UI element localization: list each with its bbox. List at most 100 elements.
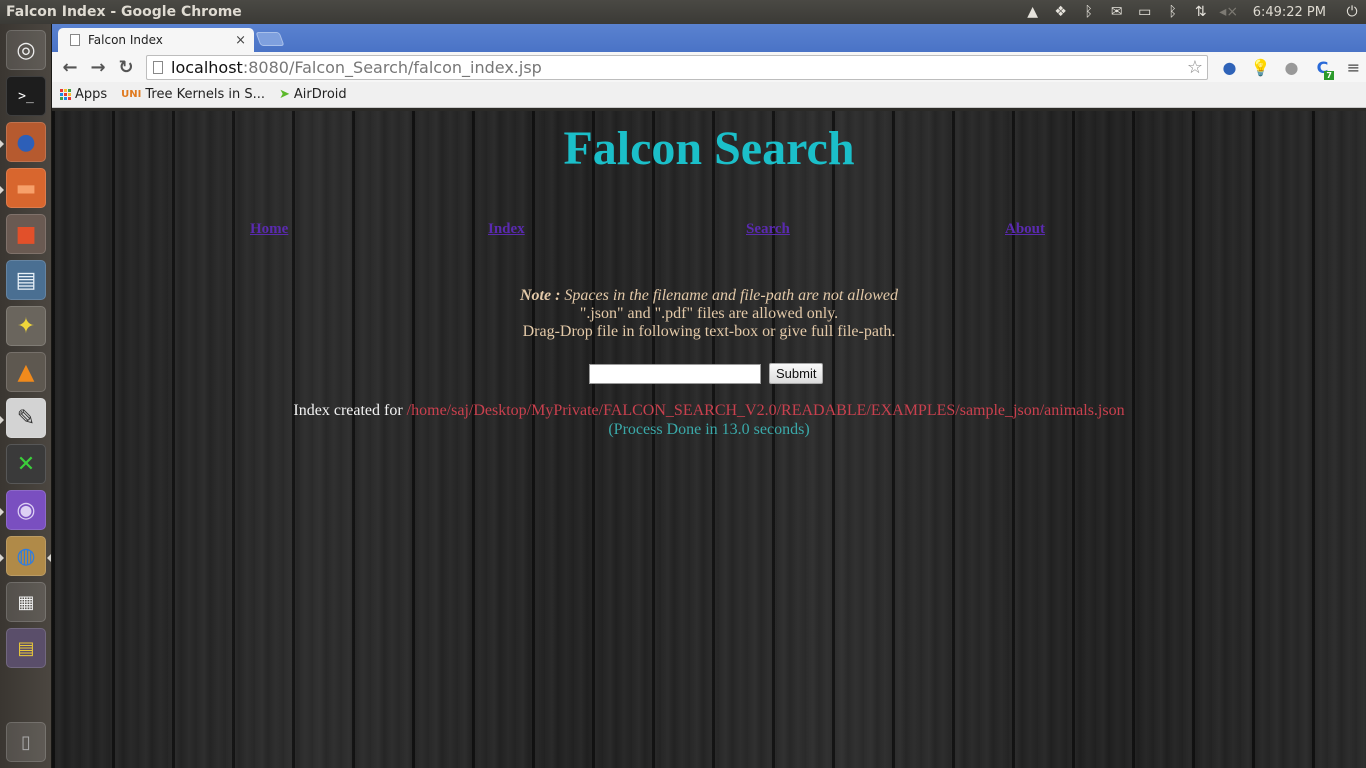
system-tray: ▲ ❖ ᛒ ✉ ▭ ᛒ ⇅ ◂× 6:49:22 PM ⏻ [1019, 0, 1366, 24]
new-tab-button[interactable] [255, 32, 285, 46]
workspace-grid-icon: ▦ [17, 591, 35, 613]
extension-icons: ● 💡 ● C7 ≡ [1214, 55, 1366, 80]
bookmark-label: Apps [75, 87, 108, 102]
reload-icon: ↻ [118, 56, 134, 78]
tab-strip: Falcon Index × [52, 24, 1366, 52]
bluetooth-icon[interactable]: ᛒ [1075, 0, 1103, 24]
address-bar[interactable]: localhost:8080/Falcon_Search/falcon_inde… [146, 55, 1208, 80]
page-icon [153, 61, 163, 74]
unitn-logo-icon: UNI [121, 89, 142, 100]
launcher-eclipse[interactable]: ◉ [6, 490, 46, 530]
note-line-2: ".json" and ".pdf" files are allowed onl… [579, 305, 839, 322]
bookmark-tree-kernels[interactable]: UNI Tree Kernels in S... [121, 87, 265, 102]
nav-link-index[interactable]: Index [488, 221, 525, 238]
result-label: Index created for [293, 402, 407, 419]
launcher-bleachbit[interactable]: ✦ [6, 306, 46, 346]
close-tab-icon[interactable]: × [235, 33, 246, 48]
shopping-bag-icon: ■ [15, 221, 37, 247]
bookmark-label: AirDroid [293, 87, 347, 102]
url-path: :8080/Falcon_Search/falcon_index.jsp [242, 58, 542, 77]
result-line: Index created for /home/saj/Desktop/MyPr… [52, 401, 1366, 420]
clock[interactable]: 6:49:22 PM [1243, 5, 1338, 20]
launcher-software-center[interactable]: ■ [6, 214, 46, 254]
volume-muted-icon[interactable]: ◂× [1215, 0, 1243, 24]
hangouts-extension-icon[interactable]: ● [1276, 55, 1307, 79]
x-cross-icon: ✕ [16, 451, 36, 477]
launcher-firefox[interactable]: ● [6, 122, 46, 162]
dropbox-icon[interactable]: ❖ [1047, 0, 1075, 24]
terminal-icon: >_ [18, 88, 34, 104]
battery-icon[interactable]: ▭ [1131, 0, 1159, 24]
broom-icon: ✦ [16, 313, 36, 339]
index-form: Submit [589, 363, 824, 384]
bookmark-apps[interactable]: Apps [60, 87, 107, 102]
nav-link-search[interactable]: Search [746, 221, 790, 238]
note-label: Note : [519, 287, 561, 304]
note-line-1: Note : Spaces in the filename and file-p… [52, 287, 1366, 305]
google-drive-icon[interactable]: ▲ [1019, 0, 1047, 24]
launcher-text-editor[interactable]: ✎ [6, 398, 46, 438]
web-page: Falcon Search Home Index Search About No… [52, 111, 1366, 768]
tab-title: Falcon Index [88, 33, 163, 47]
chrome-icon: ◍ [16, 543, 36, 569]
apps-grid-icon [60, 89, 71, 100]
page-icon [70, 34, 80, 46]
chrome-menu-icon[interactable]: ≡ [1338, 55, 1366, 79]
running-indicator [0, 140, 4, 148]
launcher-workspace-switcher[interactable]: ▦ [6, 582, 46, 622]
nav-link-home[interactable]: Home [250, 221, 288, 238]
page-title: Falcon Search [563, 122, 855, 175]
arrow-left-icon: ← [62, 56, 78, 78]
note-line-3: Drag-Drop file in following text-box or … [522, 323, 896, 340]
reload-button[interactable]: ↻ [112, 53, 140, 81]
running-indicator [0, 554, 4, 562]
bookmark-label: Tree Kernels in S... [145, 87, 265, 102]
window-title: Falcon Index - Google Chrome [6, 4, 242, 20]
launcher-terminal[interactable]: >_ [6, 76, 46, 116]
bookmark-airdroid[interactable]: ➤ AirDroid [279, 87, 347, 102]
indexed-file-path: /home/saj/Desktop/MyPrivate/FALCON_SEARC… [406, 402, 1125, 419]
trash-icon: ▯ [21, 731, 31, 753]
c-extension-icon[interactable]: C7 [1307, 55, 1338, 80]
launcher-trash[interactable]: ▯ [6, 722, 46, 762]
launcher-ubuntu-dash[interactable]: ◎ [6, 30, 46, 70]
file-path-input[interactable] [589, 363, 761, 384]
globe-extension-icon[interactable]: ● [1214, 55, 1245, 79]
lightbulb-extension-icon[interactable]: 💡 [1245, 55, 1276, 79]
browser-toolbar: ← → ↻ localhost:8080/Falcon_Search/falco… [52, 52, 1366, 82]
note-text: Spaces in the filename and file-path are… [560, 287, 898, 304]
running-indicator [0, 186, 4, 194]
launcher-system-app[interactable]: ▤ [6, 628, 46, 668]
mail-icon[interactable]: ✉ [1103, 0, 1131, 24]
launcher-vlc[interactable]: ▲ [6, 352, 46, 392]
process-timing: (Process Done in 13.0 seconds) [608, 421, 810, 438]
monitor-icon: ▤ [17, 637, 35, 659]
bookmarks-bar: Apps UNI Tree Kernels in S... ➤ AirDroid [52, 82, 1366, 108]
submit-button[interactable]: Submit [769, 363, 824, 384]
extension-badge: 7 [1324, 71, 1334, 80]
power-icon[interactable]: ⏻ [1338, 0, 1366, 24]
bookmark-star-icon[interactable]: ☆ [1187, 57, 1203, 78]
launcher-chrome[interactable]: ◍ [6, 536, 46, 576]
browser-window: Falcon Index × ← → ↻ localhost:8080/Falc… [52, 24, 1366, 768]
forward-button[interactable]: → [84, 53, 112, 81]
focused-indicator [47, 554, 51, 562]
document-icon: ▤ [15, 267, 37, 293]
launcher-files[interactable]: ▬ [6, 168, 46, 208]
top-panel: Falcon Index - Google Chrome ▲ ❖ ᛒ ✉ ▭ ᛒ… [0, 0, 1366, 24]
firefox-icon: ● [16, 129, 36, 155]
pencil-icon: ✎ [16, 405, 36, 431]
network-icon[interactable]: ⇅ [1187, 0, 1215, 24]
site-nav: Home Index Search About [52, 221, 1366, 241]
bluetooth-icon[interactable]: ᛒ [1159, 0, 1187, 24]
folder-icon: ▬ [15, 175, 37, 201]
back-button[interactable]: ← [56, 53, 84, 81]
nav-link-about[interactable]: About [1005, 221, 1045, 238]
tab-falcon-index[interactable]: Falcon Index × [58, 28, 254, 52]
launcher: ◎ >_ ● ▬ ■ ▤ ✦ ▲ ✎ ✕ ◉ ◍ ▦ ▤ ▯ [0, 24, 52, 768]
launcher-libreoffice[interactable]: ▤ [6, 260, 46, 300]
airdroid-icon: ➤ [279, 87, 290, 102]
eclipse-icon: ◉ [16, 497, 36, 523]
result-block: Index created for /home/saj/Desktop/MyPr… [52, 401, 1366, 439]
launcher-x-app[interactable]: ✕ [6, 444, 46, 484]
